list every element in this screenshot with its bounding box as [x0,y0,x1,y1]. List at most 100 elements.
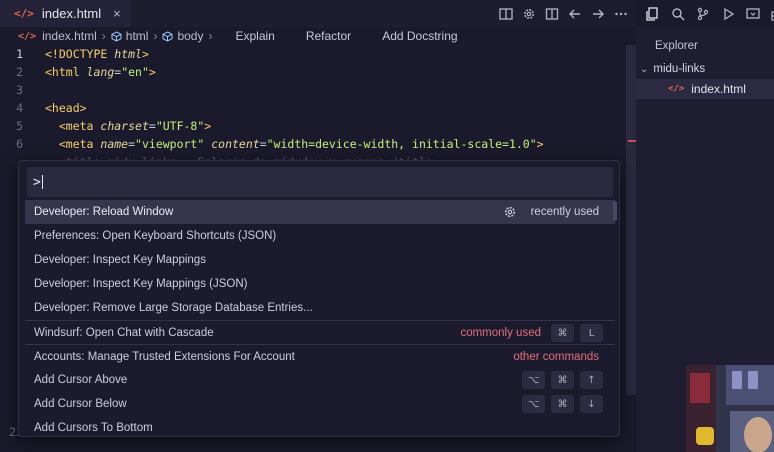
code-token: "width=device-width, initial-scale=1.0" [266,137,537,151]
command-label: Preferences: Open Keyboard Shortcuts (JS… [34,230,277,242]
command-input-value: > [33,174,41,190]
command-item[interactable]: Windsurf: Open Chat with Cascade commonly… [25,320,615,344]
code-token: = [259,137,267,151]
command-meta: other commands [513,345,603,369]
command-item[interactable]: Add Cursor Above ⌥ ⌘ ↑ [25,368,615,392]
scrollbar-marker [628,140,636,142]
tab-bar: </> index.html × [0,0,636,27]
chevron-right-icon: › [208,29,213,43]
breadcrumb-html[interactable]: html [126,29,149,43]
code-icon: </> [18,30,37,42]
chevron-right-icon: › [153,29,158,43]
command-item[interactable]: Preferences: Open Keyboard Shortcuts (JS… [25,224,615,248]
webcam-overlay [686,365,774,452]
code-token: > [536,137,544,151]
command-label: Developer: Reload Window [34,206,174,218]
split-editor-icon[interactable] [545,7,559,21]
breadcrumb-file[interactable]: index.html [42,29,97,43]
folder-label: midu-links [653,63,706,75]
forward-arrow-icon[interactable] [591,7,605,21]
command-label: Windsurf: Open Chat with Cascade [34,326,214,339]
line-number: 6 [16,137,23,151]
command-input[interactable]: > [27,167,613,197]
command-tag: other commands [513,351,599,363]
code-line: 6 <meta name = "viewport" content = "width=d… [0,135,626,153]
run-debug-icon[interactable] [721,7,735,21]
code-token: <!DOCTYPE [45,47,115,61]
close-icon[interactable]: × [113,6,121,21]
tab-index-html[interactable]: </> index.html × [0,0,131,27]
keybinding-key: ⌘ [551,371,574,389]
command-label: Developer: Inspect Key Mappings (JSON) [34,278,248,290]
refactor-action[interactable]: Refactor [306,29,351,43]
editor-scrollbar[interactable] [626,45,636,395]
code-token: lang [86,65,115,79]
code-token: = [128,137,136,151]
keybinding-key: ⌘ [551,395,574,413]
code-token: <head> [45,101,87,115]
code-token: > [204,119,212,133]
code-token: "en" [121,65,149,79]
folder-midu-links[interactable]: ⌄ midu-links [640,63,705,75]
keybinding-key: ⌥ [522,371,545,389]
code-icon: </> [668,84,685,94]
source-control-icon[interactable] [696,7,710,21]
tab-label: index.html [41,6,102,21]
back-arrow-icon[interactable] [568,7,582,21]
command-label: Developer: Remove Large Storage Database… [34,302,313,314]
command-item[interactable]: Developer: Reload Window recently used [25,200,615,224]
more-icon[interactable] [614,7,628,21]
code-line: 5 <meta charset = "UTF-8" > [0,117,626,135]
command-label: Accounts: Manage Trusted Extensions For … [34,350,295,363]
command-item[interactable]: Add Cursor Below ⌥ ⌘ ↓ [25,392,615,416]
keybinding-key: ⌘ [551,324,574,342]
code-token: <meta [58,137,101,151]
command-meta: commonly used ⌘ L [460,321,603,345]
line-number: 2 [16,65,23,79]
command-item[interactable]: Developer: Inspect Key Mappings (JSON) [25,272,615,296]
code-token: <html [45,65,87,79]
breadcrumb-body[interactable]: body [177,29,203,43]
explorer-title: Explorer [655,40,698,52]
keybinding-key: ↑ [580,371,603,389]
code-token: "UTF-8" [155,119,205,133]
command-label: Add Cursor Below [34,398,127,410]
file-label: index.html [691,82,746,96]
command-item[interactable]: Add Cursors To Bottom [25,416,615,436]
file-index-html[interactable]: </> index.html [636,79,774,99]
search-icon[interactable] [671,7,685,21]
code-token: = [148,119,156,133]
code-line: 2 <html lang = "en" > [0,63,626,81]
code-line: 3 [0,81,626,99]
text-caret [41,175,43,189]
command-palette: > Developer: Reload Window recently used P… [18,160,620,437]
command-meta: recently used [503,200,603,224]
command-label: Add Cursor Above [34,374,128,386]
command-item[interactable]: Developer: Inspect Key Mappings [25,248,615,272]
command-tag: recently used [530,206,599,218]
add-docstring-action[interactable]: Add Docstring [382,29,457,43]
line-number: 4 [16,101,23,115]
code-line: 4 <head> [0,99,626,117]
gear-icon[interactable] [522,7,536,21]
gear-icon[interactable] [503,205,517,219]
code-token: name [100,137,129,151]
cube-icon [111,30,122,42]
code-token: html [114,47,142,61]
command-list: Developer: Reload Window recently used Pre… [25,200,615,436]
explain-action[interactable]: Explain [235,29,274,43]
breadcrumb: </> index.html › html › body › Explain R… [0,27,636,45]
code-token: charset [100,119,149,133]
cube-icon [162,30,173,42]
compare-icon[interactable] [499,7,513,21]
command-label: Developer: Inspect Key Mappings [34,254,206,266]
command-meta: ⌥ ⌘ ↑ [522,368,603,392]
files-icon[interactable] [646,6,660,21]
code-token: > [148,65,156,79]
remote-icon[interactable] [746,7,760,21]
keybinding-key: ⌥ [522,395,545,413]
command-item[interactable]: Accounts: Manage Trusted Extensions For … [25,344,615,368]
command-item[interactable]: Developer: Remove Large Storage Database… [25,296,615,320]
palette-scrollbar[interactable] [613,201,617,221]
